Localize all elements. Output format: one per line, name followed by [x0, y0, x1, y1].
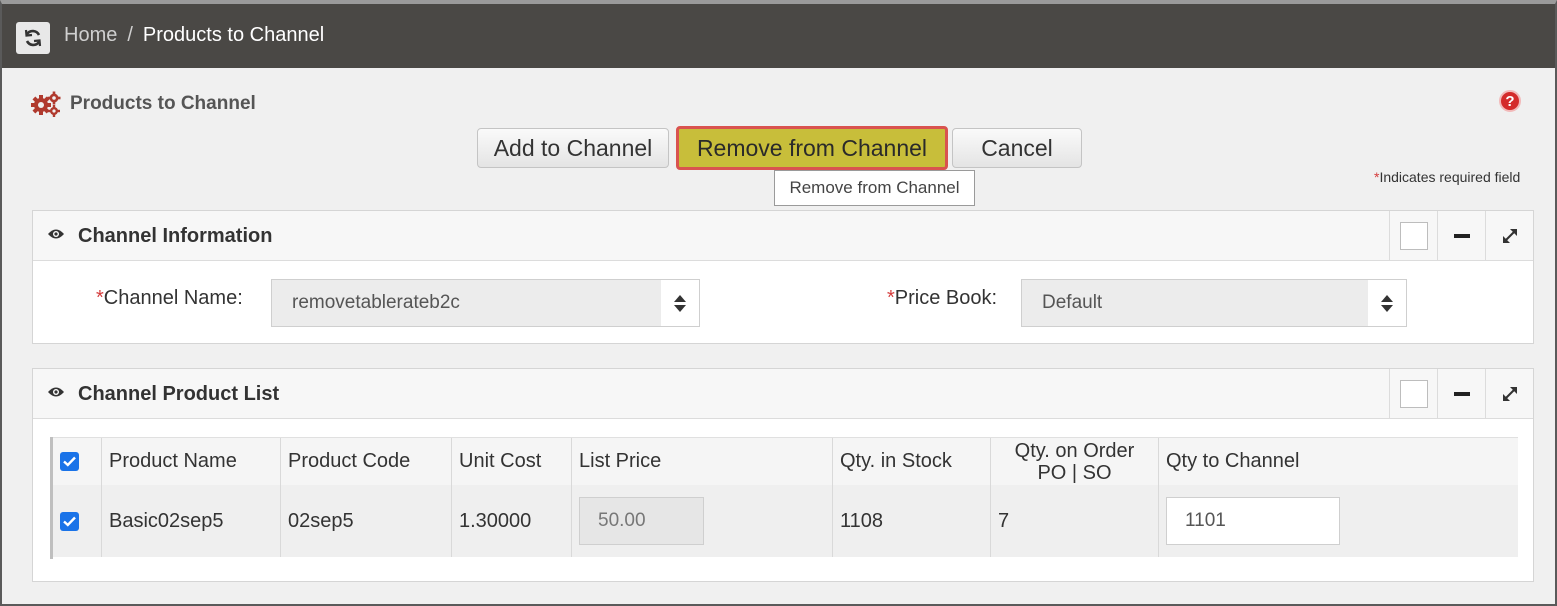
- panel-select-toggle[interactable]: [1389, 211, 1437, 261]
- table-header-row: Product Name Product Code Unit Cost List…: [53, 437, 1518, 485]
- required-star: *: [887, 287, 895, 309]
- page-title: Products to Channel: [70, 93, 256, 114]
- qty-to-channel-input[interactable]: 1101: [1166, 497, 1340, 545]
- select-arrows-icon: [1368, 280, 1406, 326]
- col-qty-on-order[interactable]: Qty. on Order PO | SO: [991, 438, 1159, 485]
- required-field-note: *Indicates required field: [1374, 169, 1520, 185]
- col-qty-on-order-line2: PO | SO: [1037, 461, 1112, 484]
- minus-icon: [1453, 234, 1470, 238]
- add-to-channel-button[interactable]: Add to Channel: [477, 128, 669, 168]
- channel-information-panel: Channel Information *Channel Name: remov…: [32, 210, 1534, 344]
- product-table: Product Name Product Code Unit Cost List…: [50, 437, 1518, 559]
- panel-tools: [1389, 369, 1533, 419]
- eye-icon[interactable]: [47, 227, 65, 241]
- eye-icon[interactable]: [47, 385, 65, 399]
- cell-qty-to-channel: 1101: [1159, 485, 1518, 557]
- col-qty-to-channel[interactable]: Qty to Channel: [1159, 438, 1518, 485]
- col-qty-on-order-line1: Qty. on Order: [1014, 439, 1135, 462]
- breadcrumb: Home / Products to Channel: [64, 24, 324, 47]
- channel-information-title: Channel Information: [78, 225, 273, 247]
- col-product-name[interactable]: Product Name: [102, 438, 281, 485]
- channel-product-list-panel: Channel Product List Product Name Produc…: [32, 368, 1534, 582]
- app-frame: Home / Products to Channel Products to C…: [0, 0, 1557, 606]
- breadcrumb-current: Products to Channel: [142, 24, 325, 46]
- price-book-select[interactable]: Default: [1021, 279, 1407, 327]
- table-row: Basic02sep5 02sep5 1.30000 50.00 1108 7 …: [53, 485, 1518, 557]
- page-header: Products to Channel: [30, 90, 256, 118]
- panel-expand-button[interactable]: [1485, 211, 1533, 261]
- panel-collapse-button[interactable]: [1437, 211, 1485, 261]
- price-book-label: *Price Book:: [887, 287, 997, 310]
- expand-icon: [1502, 387, 1517, 401]
- channel-name-value: removetablerateb2c: [292, 292, 460, 313]
- cell-unit-cost: 1.30000: [452, 485, 572, 557]
- select-all-checkbox[interactable]: [60, 452, 79, 471]
- panel-tools: [1389, 211, 1533, 261]
- price-book-value: Default: [1042, 292, 1103, 313]
- expand-icon: [1502, 229, 1517, 243]
- gears-icon: [31, 91, 61, 117]
- checkbox-empty-icon: [1399, 380, 1428, 408]
- channel-product-list-header: Channel Product List: [33, 369, 1533, 419]
- checkbox-empty-icon: [1399, 222, 1428, 250]
- price-book-label-text: Price Book:: [894, 287, 998, 309]
- col-product-code[interactable]: Product Code: [281, 438, 452, 485]
- cell-qty-in-stock: 1108: [833, 485, 991, 557]
- select-all-cell: [53, 438, 102, 485]
- cancel-button[interactable]: Cancel: [952, 128, 1082, 168]
- row-select-cell: [53, 485, 102, 557]
- channel-information-header: Channel Information: [33, 211, 1533, 261]
- breadcrumb-separator: /: [127, 24, 133, 46]
- panel-expand-button[interactable]: [1485, 369, 1533, 419]
- top-bar: Home / Products to Channel: [2, 4, 1555, 68]
- channel-product-list-title: Channel Product List: [78, 383, 280, 405]
- channel-name-label: *Channel Name:: [96, 287, 243, 310]
- cell-product-code: 02sep5: [281, 485, 452, 557]
- cell-list-price: 50.00: [572, 485, 833, 557]
- remove-tooltip: Remove from Channel: [774, 170, 975, 206]
- select-arrows-icon: [661, 280, 699, 326]
- refresh-button[interactable]: [16, 22, 50, 54]
- col-unit-cost[interactable]: Unit Cost: [452, 438, 572, 485]
- list-price-field: 50.00: [579, 497, 704, 545]
- refresh-icon: [24, 29, 42, 47]
- col-qty-in-stock[interactable]: Qty. in Stock: [833, 438, 991, 485]
- cell-qty-on-order: 7: [991, 485, 1159, 557]
- help-icon[interactable]: ?: [1499, 90, 1521, 112]
- channel-name-label-text: Channel Name:: [103, 287, 243, 309]
- remove-from-channel-button[interactable]: Remove from Channel: [676, 126, 948, 170]
- check-icon: [63, 516, 76, 527]
- required-note-text: Indicates required field: [1379, 169, 1521, 185]
- row-checkbox[interactable]: [60, 511, 79, 531]
- cell-product-name: Basic02sep5: [102, 485, 281, 557]
- check-icon: [63, 456, 76, 467]
- breadcrumb-home-link[interactable]: Home: [64, 24, 117, 47]
- required-star: *: [96, 287, 104, 309]
- channel-name-select[interactable]: removetablerateb2c: [271, 279, 700, 327]
- minus-icon: [1453, 392, 1470, 396]
- col-list-price[interactable]: List Price: [572, 438, 833, 485]
- panel-collapse-button[interactable]: [1437, 369, 1485, 419]
- panel-select-toggle[interactable]: [1389, 369, 1437, 419]
